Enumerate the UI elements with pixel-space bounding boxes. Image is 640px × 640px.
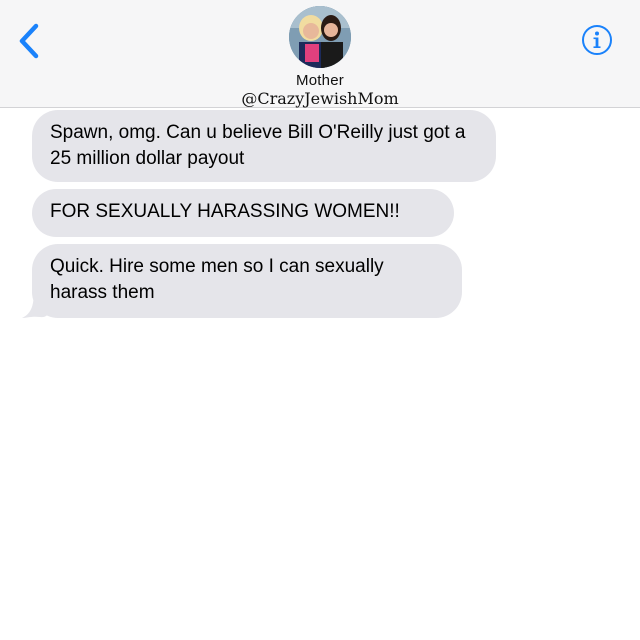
message-bubble-1[interactable]: Spawn, omg. Can u believe Bill O'Reilly … [32, 110, 496, 182]
contact-avatar[interactable] [289, 6, 351, 68]
watermark-handle: @CrazyJewishMom [241, 89, 399, 108]
message-bubble-2[interactable]: FOR SEXUALLY HARASSING WOMEN!! [32, 189, 454, 237]
avatar-photo [289, 6, 351, 68]
messages-screen: Mother @CrazyJewishMom Spawn, omg. Can u… [0, 0, 640, 640]
chevron-left-icon [19, 23, 39, 59]
contact-name[interactable]: Mother [0, 72, 640, 89]
info-circle-icon [582, 25, 612, 55]
back-button[interactable] [14, 22, 46, 60]
info-button[interactable] [581, 24, 613, 56]
message-bubble-3[interactable]: Quick. Hire some men so I can sexually h… [32, 244, 462, 318]
